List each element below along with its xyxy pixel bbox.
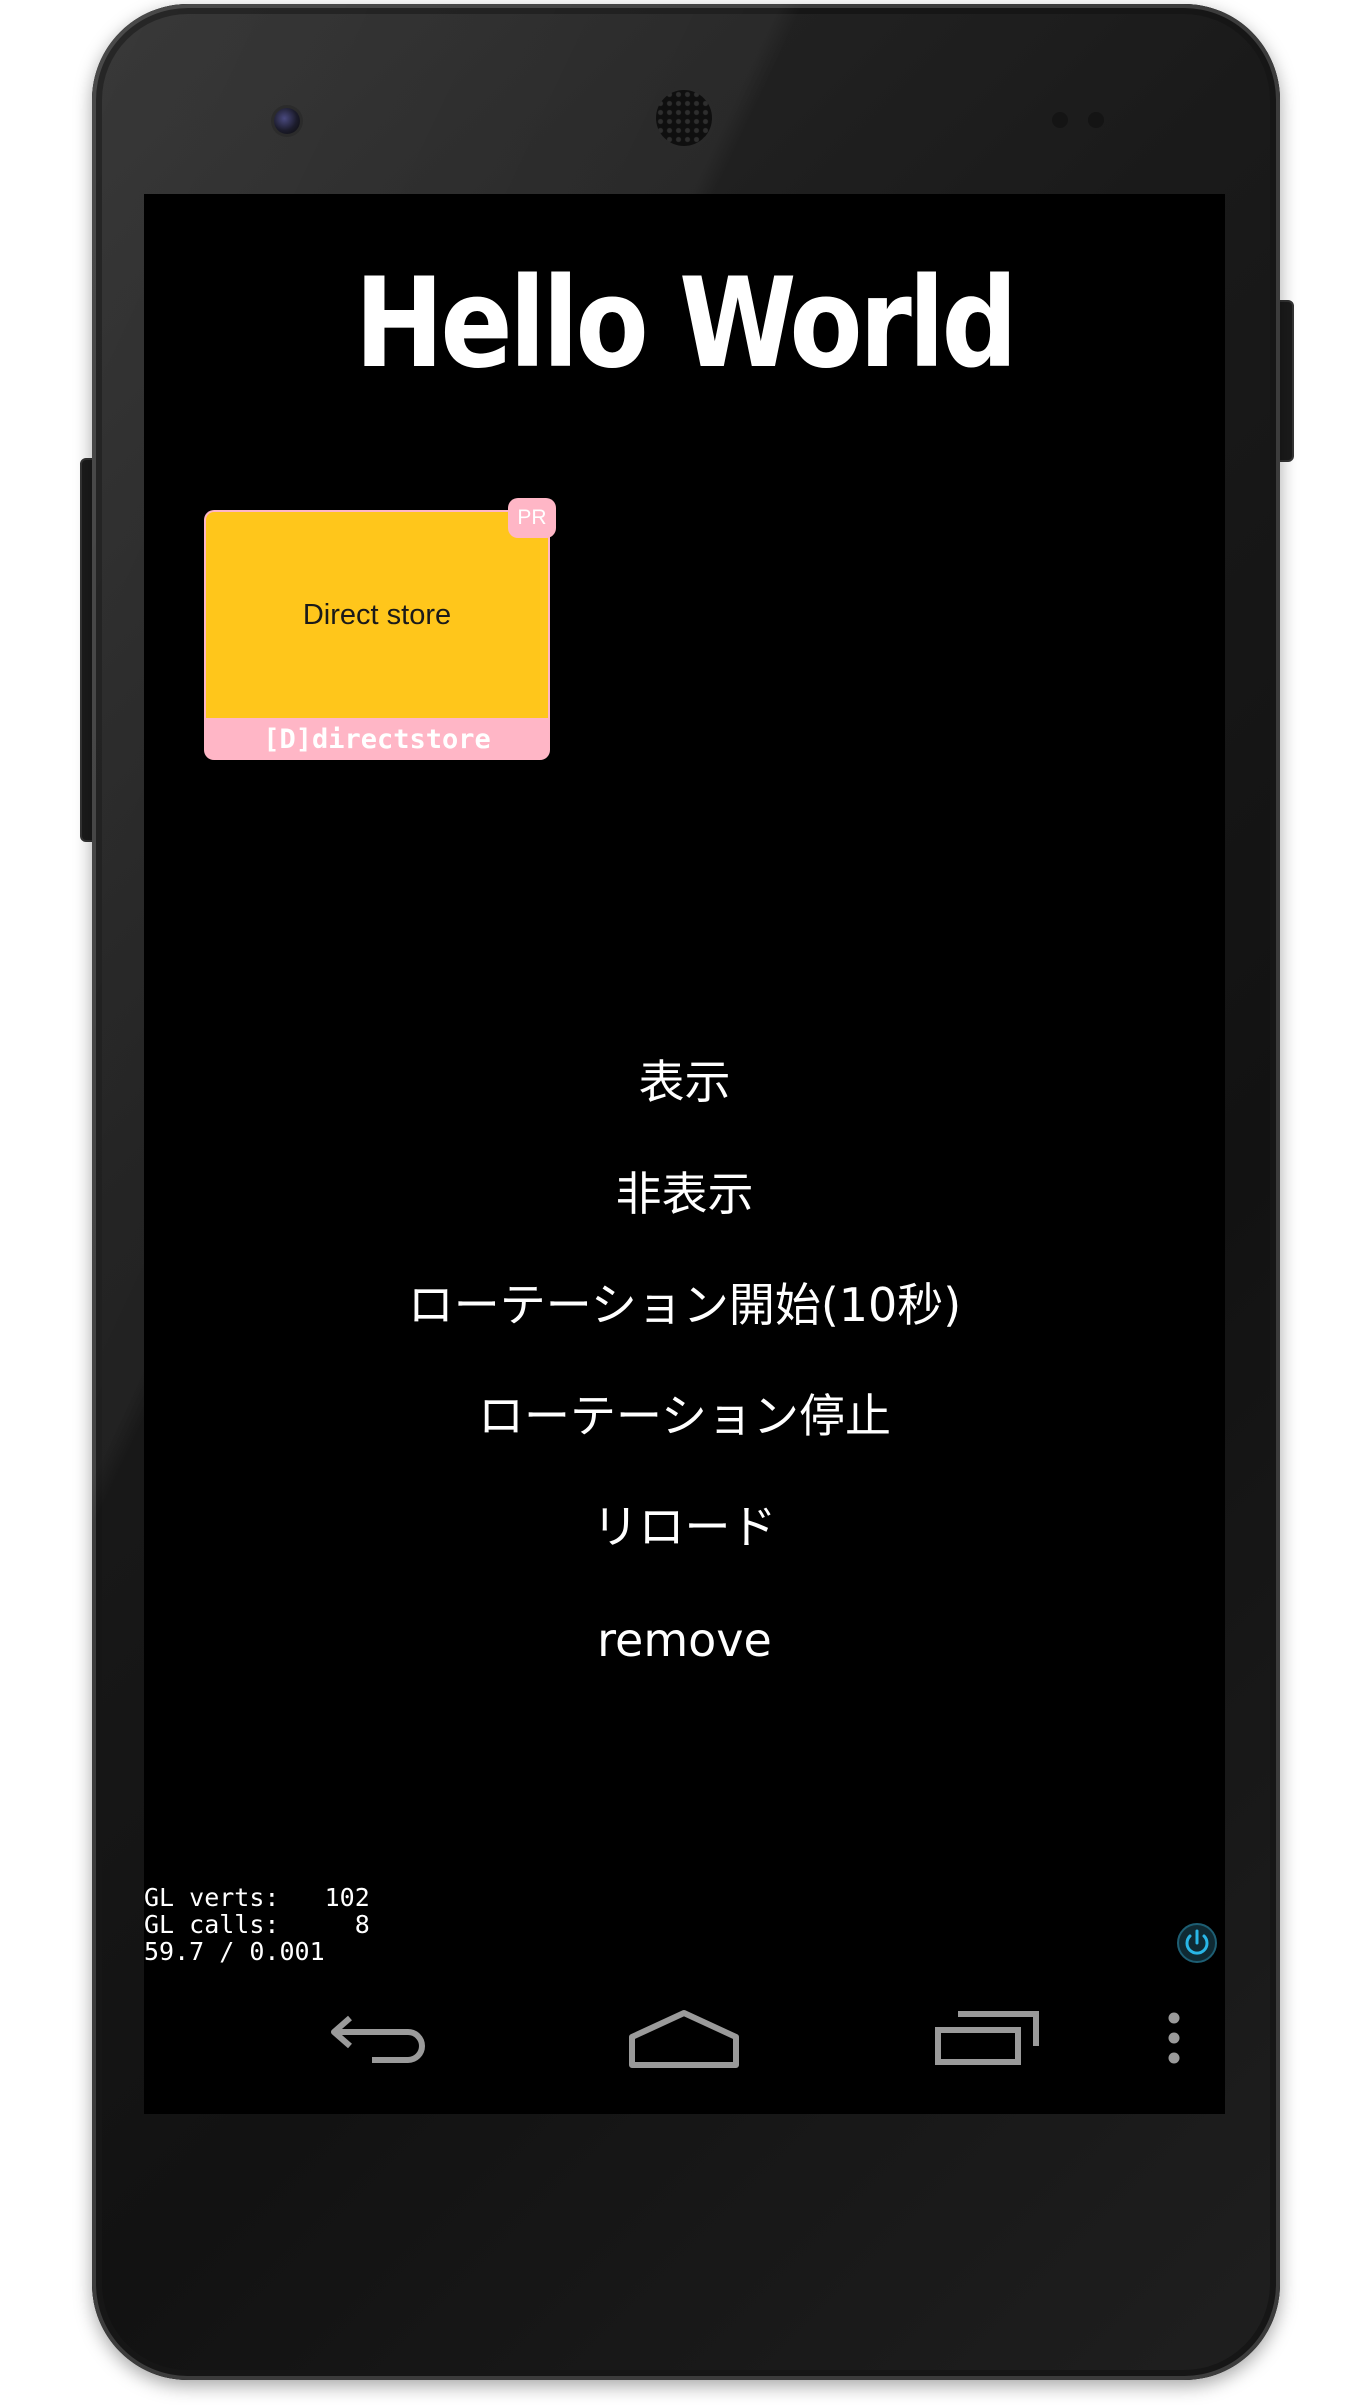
stop-rotation-button[interactable]: ローテーション停止	[144, 1374, 1225, 1458]
light-sensor	[1088, 112, 1104, 128]
earpiece-speaker	[656, 90, 712, 146]
overflow-menu-button[interactable]	[1144, 2000, 1204, 2080]
gl-calls-stat: GL calls: 8	[144, 1910, 370, 1939]
gl-verts-stat: GL verts: 102	[144, 1883, 370, 1912]
reload-button[interactable]: リロード	[144, 1485, 1225, 1569]
page: Hello World Direct store [D]directstore …	[0, 0, 1370, 2405]
hide-button[interactable]: 非表示	[144, 1152, 1225, 1236]
remove-button[interactable]: remove	[144, 1598, 1225, 1682]
ad-content[interactable]: Direct store	[206, 512, 548, 718]
ad-text: Direct store	[302, 598, 452, 631]
overflow-menu-icon	[1166, 2012, 1182, 2068]
app-title: Hello World	[354, 252, 1018, 396]
ad-caption: [D]directstore	[263, 723, 491, 755]
home-icon	[628, 2007, 740, 2073]
screen: Hello World Direct store [D]directstore …	[144, 194, 1225, 2114]
show-button[interactable]: 表示	[144, 1040, 1225, 1124]
ad-banner[interactable]: Direct store [D]directstore PR	[204, 498, 556, 760]
pr-badge: PR	[508, 498, 556, 538]
recents-button[interactable]	[922, 2000, 1052, 2080]
front-camera	[274, 108, 300, 134]
recents-icon	[934, 2010, 1040, 2070]
power-icon[interactable]	[1176, 1922, 1218, 1964]
back-icon	[328, 2010, 432, 2070]
proximity-sensor	[1052, 112, 1068, 128]
gl-debug-stats: GL verts: 102 GL calls: 8 59.7 / 0.001	[144, 1884, 370, 1965]
back-button[interactable]	[320, 2000, 440, 2080]
start-rotation-button[interactable]: ローテーション開始(10秒)	[144, 1263, 1225, 1347]
fps-stat: 59.7 / 0.001	[144, 1937, 325, 1966]
home-button[interactable]	[614, 2000, 754, 2080]
